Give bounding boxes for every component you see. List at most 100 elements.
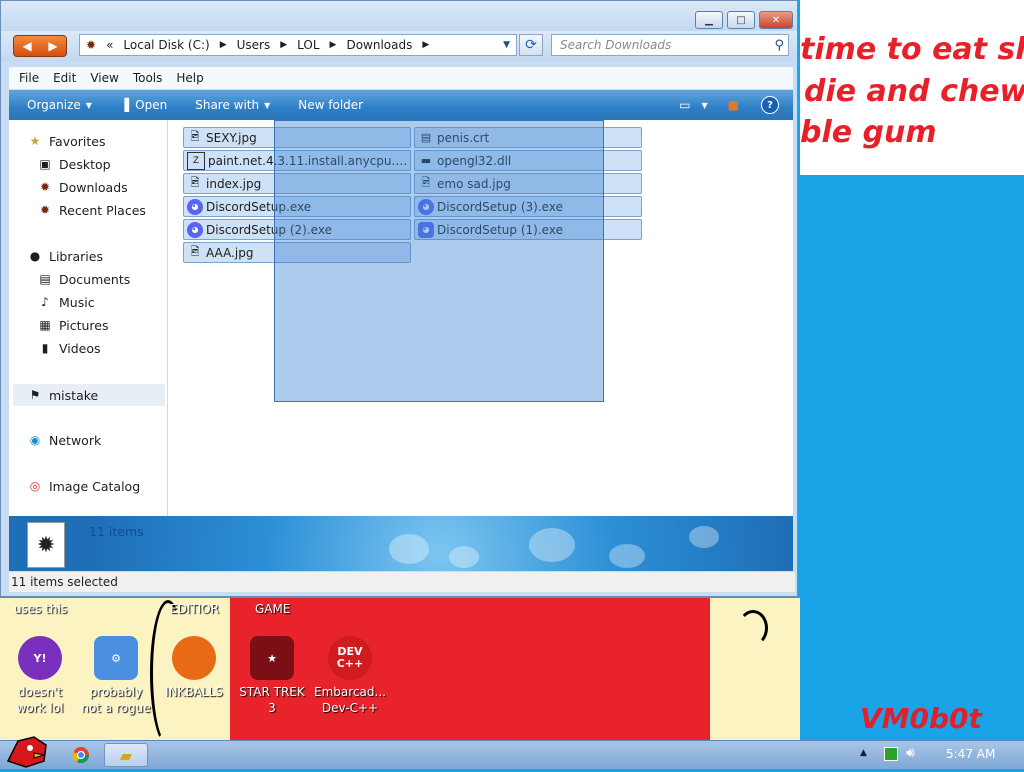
share-with-button[interactable]: Share with ▼ [195,98,270,112]
desktop-icon-inkballs[interactable]: INKBALLS [154,636,234,700]
chevron-down-icon[interactable]: ▼ [503,40,510,50]
menu-edit[interactable]: Edit [53,71,76,85]
desktop-icon-label: doesn't [17,685,63,699]
details-decoration [389,534,429,564]
file-item[interactable]: Zpaint.net.4.3.11.install.anycpu.we... [183,150,411,171]
details-pane: ✹ 11 items [9,516,793,571]
organize-button[interactable]: Organize ▼ [27,98,92,112]
details-decoration [529,528,575,562]
angry-bird-icon [6,736,47,768]
close-button[interactable]: ✕ [759,11,793,29]
desktop-icon-label: 3 [268,701,276,715]
view-options-icon[interactable]: ▭ [679,98,690,112]
explorer-taskbar-button[interactable]: ▰ [104,743,148,767]
search-input[interactable]: Search Downloads ⚲ [551,34,789,56]
file-item[interactable]: ▬ opengl32.dll [414,150,642,171]
desktop-icon-yahoo[interactable]: Y! doesn't work lol [0,636,80,716]
preview-pane-icon[interactable]: ■ [728,98,739,112]
nav-network[interactable]: ◉ Network [27,432,101,448]
breadcrumb-lol[interactable]: LOL [297,38,319,52]
open-label: Open [135,98,168,112]
menu-tools[interactable]: Tools [133,71,163,85]
nav-label: Downloads [59,179,128,195]
nav-libraries[interactable]: ● Libraries [27,248,103,264]
wallpaper-blue [800,175,1024,740]
file-item[interactable]: 🖻 SEXY.jpg [183,127,411,148]
new-folder-button[interactable]: New folder [298,98,363,112]
desktop-icon-label: Embarcad... [314,685,386,699]
search-icon[interactable]: ⚲ [774,36,784,56]
file-item[interactable]: 🖻 AAA.jpg [183,242,411,263]
file-item[interactable]: ◕ DiscordSetup.exe [183,196,411,217]
discord-icon: ◕ [418,221,434,238]
file-name: DiscordSetup (1).exe [437,222,563,237]
clock[interactable]: 5:47 AM [946,747,995,761]
nav-buttons: ◀ ▶ [13,35,67,57]
refresh-button[interactable]: ⟳ [519,34,543,56]
menu-file[interactable]: File [19,71,39,85]
desktop-icon-star-trek[interactable]: ★ STAR TREK 3 [232,636,312,716]
chrome-icon [72,747,90,764]
minimize-button[interactable]: ▁ [695,11,723,29]
chevron-right-icon[interactable]: ▶ [280,40,287,50]
nav-mistake[interactable]: ⚑ mistake [13,384,165,406]
explorer-window: ▁ □ ✕ ◀ ▶ ✹ « Local Disk (C:) ▶ Users ▶ … [0,0,798,597]
desktop-icon-devcpp[interactable]: DEV C++ Embarcad... Dev-C++ [310,636,390,716]
chevron-right-icon[interactable]: ▶ [330,40,337,50]
desktop-icon-label: not a rogue [81,701,151,715]
status-text: 11 items selected [11,575,118,589]
volume-icon[interactable]: 🔊︎ [906,745,915,761]
nav-image-catalog[interactable]: ◎ Image Catalog [27,478,140,494]
nav-downloads[interactable]: ✹ Downloads [37,179,128,195]
breadcrumb-local-disk[interactable]: Local Disk (C:) [123,38,209,52]
breadcrumb-users[interactable]: Users [237,38,271,52]
forward-button[interactable]: ▶ [40,36,66,56]
pictures-icon: ▦ [39,318,51,332]
image-file-icon: 🖻 [421,176,431,189]
nav-label: Recent Places [59,202,146,218]
start-button[interactable] [4,731,50,769]
open-button[interactable]: ▐ Open [120,98,167,112]
inkball-icon [172,636,216,680]
title-bar[interactable]: ▁ □ ✕ [1,1,797,31]
chevron-right-icon[interactable]: ▶ [220,40,227,50]
image-file-icon: 🖻 [190,176,200,189]
image-file-icon: 🖻 [190,130,200,143]
file-item[interactable]: ◕ DiscordSetup (2).exe [183,219,411,240]
nav-videos[interactable]: ▮ Videos [37,340,101,356]
nav-desktop[interactable]: ▣ Desktop [37,156,110,172]
chrome-taskbar-button[interactable] [66,743,96,767]
maximize-button[interactable]: □ [727,11,755,29]
nav-pictures[interactable]: ▦ Pictures [37,317,108,333]
files-icon: ✹ [36,532,56,558]
network-tray-icon[interactable] [884,747,898,761]
nav-favorites[interactable]: ★ Favorites [27,133,106,149]
file-item[interactable]: 🖻 emo sad.jpg [414,173,642,194]
breadcrumb-downloads[interactable]: Downloads [346,38,412,52]
chevron-down-icon[interactable]: ▼ [702,101,708,110]
file-item[interactable]: 🖻 index.jpg [183,173,411,194]
breadcrumb-overflow[interactable]: « [106,38,113,52]
nav-label: mistake [49,387,99,403]
nav-documents[interactable]: ▤ Documents [37,271,130,287]
file-item[interactable]: ◕ DiscordSetup (1).exe [414,219,642,240]
certificate-icon: ▤ [420,131,432,144]
image-catalog-icon: ◎ [29,479,41,493]
wallpaper-label: EDITIOR [170,602,220,616]
navigation-pane: ★ Favorites ▣ Desktop ✹ Downloads ✹ Recent P… [9,120,167,516]
chevron-down-icon: ▼ [85,100,92,110]
address-bar[interactable]: ✹ « Local Disk (C:) ▶ Users ▶ LOL ▶ Down… [79,34,517,56]
show-hidden-icons-icon[interactable]: ▲ [860,748,867,758]
chevron-right-icon[interactable]: ▶ [422,40,429,50]
nav-music[interactable]: ♪ Music [37,294,94,310]
file-item[interactable]: ◕ DiscordSetup (3).exe [414,196,642,217]
menu-help[interactable]: Help [176,71,203,85]
help-icon[interactable]: ? [761,96,779,114]
star-icon: ★ [29,134,41,148]
menu-view[interactable]: View [90,71,118,85]
back-button[interactable]: ◀ [14,36,40,56]
desktop-icon: ▣ [39,157,51,171]
nav-recent-places[interactable]: ✹ Recent Places [37,202,146,218]
file-item[interactable]: ▤ penis.crt [414,127,642,148]
desktop-icon-settings[interactable]: ⚙ probably not a rogue [76,636,156,716]
